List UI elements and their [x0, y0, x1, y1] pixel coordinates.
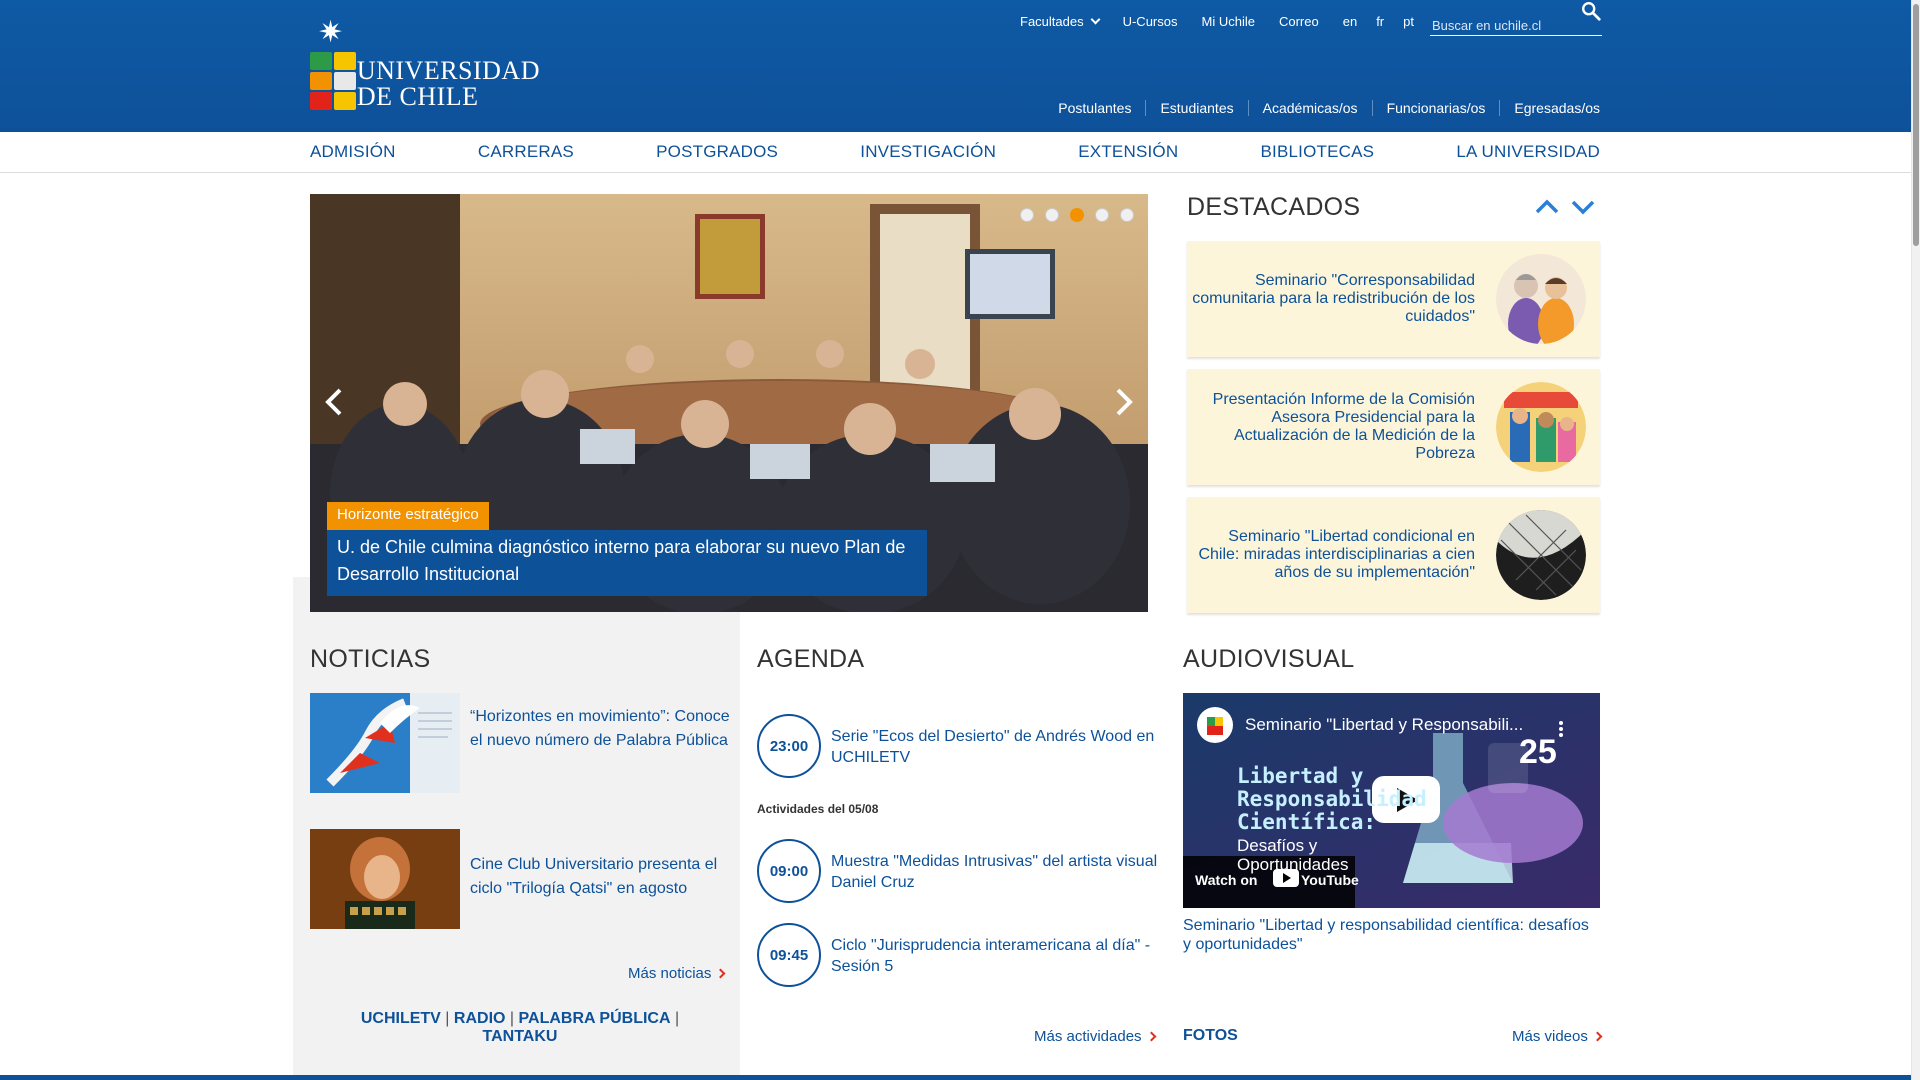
fotos-link[interactable]: FOTOS — [1183, 1027, 1238, 1045]
slider-dot[interactable] — [1095, 208, 1109, 222]
slider-dot[interactable] — [1045, 208, 1059, 222]
nav-bibliotecas[interactable]: BIBLIOTECAS — [1261, 142, 1375, 162]
agenda-title: AGENDA — [757, 645, 865, 673]
main-nav: ADMISIÓN CARRERAS POSTGRADOS INVESTIGACI… — [0, 132, 1911, 173]
mas-videos-link[interactable]: Más videos — [1512, 1028, 1603, 1045]
video-badge: 25 — [1519, 733, 1557, 771]
play-icon[interactable] — [1372, 776, 1440, 823]
site-header: ✷ UNIVERSIDAD DE CHILE Facultades U-Curs… — [0, 0, 1911, 132]
agenda-item[interactable]: 09:45 Ciclo "Jurisprudencia interamerica… — [757, 923, 1152, 987]
profile-link-academicas[interactable]: Académicas/os — [1247, 100, 1372, 116]
agenda-date-label: Actividades del 05/08 — [757, 802, 879, 816]
nav-investigacion[interactable]: INVESTIGACIÓN — [860, 142, 996, 162]
destacado-card[interactable]: Seminario "Libertad condicional en Chile… — [1187, 497, 1600, 613]
slider-dot-active[interactable] — [1070, 208, 1084, 222]
nav-carreras[interactable]: CARRERAS — [478, 142, 574, 162]
news-image — [310, 829, 460, 929]
top-link-ucursos[interactable]: U-Cursos — [1123, 14, 1178, 29]
media-link-radio[interactable]: RADIO — [454, 1010, 506, 1027]
chevron-right-icon — [1146, 1031, 1157, 1042]
search-input[interactable] — [1430, 10, 1580, 34]
chevron-right-icon — [715, 968, 726, 979]
chevron-down-icon[interactable] — [1570, 196, 1596, 218]
news-headline[interactable]: Cine Club Universitario presenta el cicl… — [470, 853, 730, 901]
chevron-left-icon[interactable] — [322, 384, 346, 420]
media-link-palabra-publica[interactable]: PALABRA PÚBLICA — [519, 1010, 671, 1027]
destacado-text[interactable]: Seminario "Corresponsabilidad comunitari… — [1187, 272, 1475, 326]
slider-dot[interactable] — [1120, 208, 1134, 222]
mas-noticias-link[interactable]: Más noticias — [628, 965, 726, 982]
agenda-time: 23:00 — [757, 714, 821, 778]
hero-slider[interactable]: Horizonte estratégico U. de Chile culmin… — [310, 194, 1148, 612]
mas-actividades-link[interactable]: Más actividades — [1034, 1028, 1157, 1045]
top-link-correo[interactable]: Correo — [1279, 14, 1319, 29]
destacados-title: DESTACADOS — [1187, 193, 1361, 221]
profile-link-funcionarias[interactable]: Funcionarias/os — [1371, 100, 1500, 116]
video-title[interactable]: Seminario "Libertad y responsabilidad ci… — [1183, 916, 1600, 954]
profile-links: Postulantes Estudiantes Académicas/os Fu… — [1044, 100, 1600, 116]
destacado-text[interactable]: Seminario "Libertad condicional en Chile… — [1187, 528, 1475, 582]
profile-link-postulantes[interactable]: Postulantes — [1044, 100, 1145, 116]
chevron-right-icon — [1592, 1031, 1603, 1042]
chevron-right-icon[interactable] — [1112, 384, 1136, 420]
destacado-text[interactable]: Presentación Informe de la Comisión Ases… — [1187, 391, 1475, 463]
destacado-image — [1496, 382, 1586, 472]
scrollbar-thumb[interactable] — [1913, 4, 1919, 246]
media-links: UCHILETV | RADIO | PALABRA PÚBLICA | TAN… — [360, 1010, 680, 1045]
agenda-time: 09:00 — [757, 839, 821, 903]
watch-on-label[interactable]: Watch on — [1195, 872, 1257, 888]
lang-en[interactable]: en — [1343, 14, 1357, 29]
nav-extension[interactable]: EXTENSIÓN — [1078, 142, 1178, 162]
audiovisual-title: AUDIOVISUAL — [1183, 645, 1355, 673]
news-image — [310, 693, 460, 793]
chevron-down-icon — [1090, 14, 1101, 24]
profile-link-egresadas[interactable]: Egresadas/os — [1499, 100, 1600, 116]
footer-bar — [0, 1075, 1911, 1080]
university-logo[interactable]: ✷ UNIVERSIDAD DE CHILE — [310, 16, 540, 112]
logo-emblem-icon: ✷ — [310, 18, 356, 112]
logo-text-line2: DE CHILE — [356, 82, 479, 111]
media-link-tantaku[interactable]: TANTAKU — [483, 1028, 558, 1045]
news-item[interactable]: “Horizontes en movimiento”: Conoce el nu… — [310, 693, 730, 793]
destacado-card[interactable]: Presentación Informe de la Comisión Ases… — [1187, 369, 1600, 485]
media-link-uchiletv[interactable]: UCHILETV — [361, 1010, 441, 1027]
slider-dot[interactable] — [1020, 208, 1034, 222]
destacado-image — [1496, 254, 1586, 344]
profile-link-estudiantes[interactable]: Estudiantes — [1145, 100, 1247, 116]
top-link-facultades[interactable]: Facultades — [1020, 14, 1101, 29]
lang-pt[interactable]: pt — [1403, 14, 1414, 29]
lang-fr[interactable]: fr — [1376, 14, 1384, 29]
nav-admision[interactable]: ADMISIÓN — [310, 142, 396, 162]
destacado-card[interactable]: Seminario "Corresponsabilidad comunitari… — [1187, 241, 1600, 357]
news-item[interactable]: Cine Club Universitario presenta el cicl… — [310, 829, 730, 929]
top-link-miuchile[interactable]: Mi Uchile — [1202, 14, 1255, 29]
slide-caption[interactable]: U. de Chile culmina diagnóstico interno … — [327, 530, 927, 596]
agenda-event-title[interactable]: Serie "Ecos del Desierto" de Andrés Wood… — [831, 726, 1161, 768]
slider-dots — [1020, 208, 1134, 222]
destacados-controls — [1534, 196, 1596, 218]
destacado-image — [1496, 510, 1586, 600]
top-links: Facultades U-Cursos Mi Uchile Correo en … — [1020, 12, 1433, 30]
agenda-event-title[interactable]: Ciclo "Jurisprudencia interamericana al … — [831, 935, 1161, 977]
chevron-up-icon[interactable] — [1534, 196, 1560, 218]
logo-text-line1: UNIVERSIDAD — [356, 56, 540, 85]
agenda-item[interactable]: 23:00 Serie "Ecos del Desierto" de André… — [757, 714, 1154, 778]
search-box — [1430, 10, 1602, 36]
noticias-title: NOTICIAS — [310, 645, 431, 673]
slide-category-tag[interactable]: Horizonte estratégico — [327, 502, 489, 530]
nav-postgrados[interactable]: POSTGRADOS — [656, 142, 778, 162]
video-sub-line1: Desafíos y — [1237, 836, 1318, 855]
video-header-title[interactable]: Seminario "Libertad y Responsabili... — [1245, 715, 1523, 735]
search-icon[interactable] — [1580, 0, 1602, 22]
news-headline[interactable]: “Horizontes en movimiento”: Conoce el nu… — [470, 705, 730, 753]
scrollbar[interactable] — [1911, 0, 1920, 1080]
video-player[interactable]: Seminario "Libertad y Responsabili... 25… — [1183, 693, 1600, 908]
agenda-item[interactable]: 09:00 Muestra "Medidas Intrusivas" del a… — [757, 839, 1157, 903]
agenda-event-title[interactable]: Muestra "Medidas Intrusivas" del artista… — [831, 851, 1161, 893]
nav-la-universidad[interactable]: LA UNIVERSIDAD — [1456, 142, 1600, 162]
agenda-time: 09:45 — [757, 923, 821, 987]
youtube-logo[interactable]: YouTube — [1301, 872, 1359, 888]
